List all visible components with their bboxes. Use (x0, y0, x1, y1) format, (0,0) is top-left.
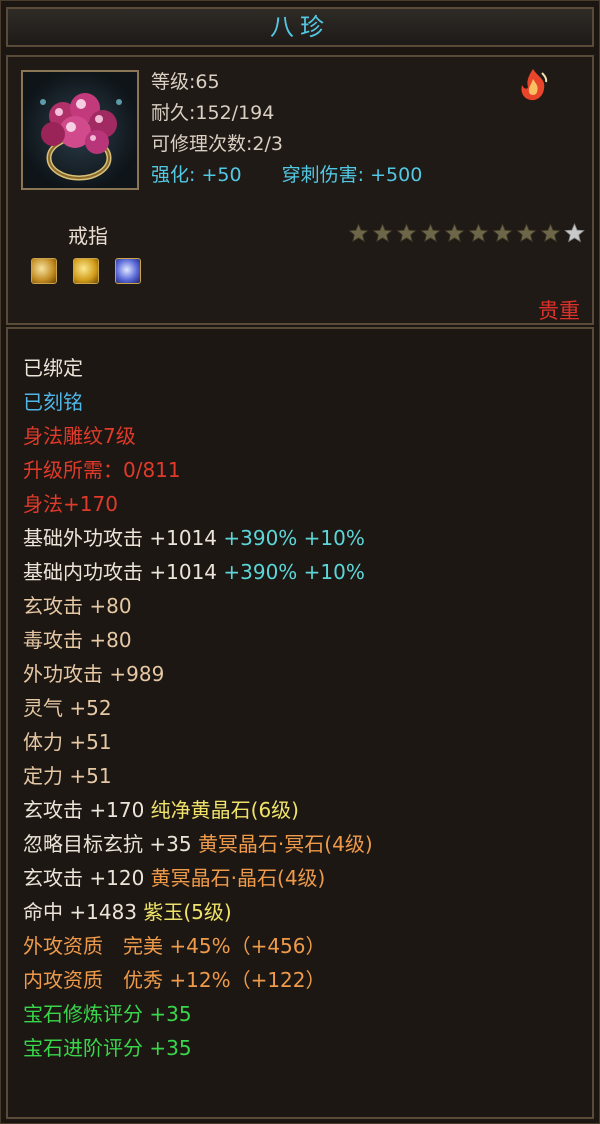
basic-stats: 等级:65 耐久:152/194 可修理次数:2/3 强化: +50 穿刺伤害:… (151, 67, 422, 191)
stat-percent: +390% +10% (223, 560, 365, 584)
stat-label: 基础内功攻击 (23, 560, 143, 584)
xuan-attack-stat: 玄攻击 +80 (23, 594, 132, 618)
external-attack-quality: 外攻资质 完美 +45%（+456） (23, 934, 326, 958)
gem-stat: 命中 +1483 (23, 900, 138, 924)
external-attack-stat: 外功攻击 +989 (23, 662, 165, 686)
star-filled-icon (540, 223, 561, 243)
star-filled-icon (420, 223, 441, 243)
star-filled-icon (492, 223, 513, 243)
star-filled-icon (516, 223, 537, 243)
attributes-panel: 已绑定 已刻铭 身法雕纹7级 升级所需：0/811 身法+170 基础外功攻击 … (6, 327, 594, 1119)
carving-text: 身法雕纹7级 (23, 424, 136, 448)
gem-name: 黄冥晶石·冥石(4级) (197, 832, 373, 856)
enhance-label: 强化: (151, 164, 196, 186)
repair-count-text: 可修理次数:2/3 (151, 133, 283, 155)
item-name-header: 八珍 (6, 7, 594, 47)
spirit-stat: 灵气 +52 (23, 696, 112, 720)
agility-stat: 身法+170 (23, 492, 118, 516)
internal-attack-quality: 内攻资质 优秀 +12%（+122） (23, 968, 326, 992)
bound-status: 已绑定 (23, 356, 83, 380)
stat-value: +1014 (149, 526, 218, 550)
gold-gem-icon[interactable] (31, 258, 57, 284)
blue-gem-icon[interactable] (115, 258, 142, 284)
gem-advance-score: 宝石进阶评分 +35 (23, 1036, 192, 1060)
star-filled-icon (348, 223, 369, 243)
enhance-value: +50 (201, 164, 242, 186)
star-filled-icon (372, 223, 393, 243)
gem-bonus-row: 玄攻击 +120 黄冥晶石·晶石(4级) (23, 861, 373, 895)
star-rating (348, 223, 588, 247)
stat-label: 基础外功攻击 (23, 526, 143, 550)
enhance-row: 强化: +50 穿刺伤害: +500 (151, 160, 422, 191)
rarity-label: 贵重 (538, 299, 580, 323)
gem-name: 纯净黄晶石(6级) (150, 798, 299, 822)
gem-stat: 忽略目标玄抗 +35 (23, 832, 192, 856)
gem-refine-score: 宝石修炼评分 +35 (23, 1002, 192, 1026)
star-filled-icon (396, 223, 417, 243)
gem-slots (31, 258, 152, 284)
gem-bonus-row: 玄攻击 +170 纯净黄晶石(6级) (23, 793, 373, 827)
poison-attack-stat: 毒攻击 +80 (23, 628, 132, 652)
stat-value: +1014 (149, 560, 218, 584)
stat-percent: +390% +10% (223, 526, 365, 550)
engraved-status: 已刻铭 (23, 390, 83, 414)
pierce-label: 穿刺伤害: (281, 164, 365, 186)
gem-bonus-row: 忽略目标玄抗 +35 黄冥晶石·冥石(4级) (23, 827, 373, 861)
gem-stat: 玄攻击 +120 (23, 866, 145, 890)
gold-gem-icon[interactable] (73, 258, 100, 284)
upgrade-requirement: 升级所需：0/811 (23, 458, 181, 482)
star-filled-icon (468, 223, 489, 243)
ring-item-icon[interactable] (21, 70, 139, 190)
gem-stat: 玄攻击 +170 (23, 798, 145, 822)
item-name: 八珍 (270, 13, 330, 41)
item-tooltip: 八珍 等级:65 耐久:152/194 可修理次数:2/3 强化: +50 穿刺… (0, 0, 600, 1124)
base-external-attack: 基础外功攻击 +1014 +390% +10% (23, 521, 373, 555)
flame-emblem-icon (516, 67, 550, 103)
base-internal-attack: 基础内功攻击 +1014 +390% +10% (23, 555, 373, 589)
star-filled-icon (444, 223, 465, 243)
gem-name: 紫玉(5级) (143, 900, 232, 924)
gem-bonus-row: 命中 +1483 紫玉(5级) (23, 895, 373, 929)
durability-text: 耐久:152/194 (151, 102, 275, 124)
item-summary-panel: 等级:65 耐久:152/194 可修理次数:2/3 强化: +50 穿刺伤害:… (6, 55, 594, 325)
level-text: 等级:65 (151, 71, 220, 93)
attribute-list: 已绑定 已刻铭 身法雕纹7级 升级所需：0/811 身法+170 基础外功攻击 … (23, 351, 373, 1065)
pierce-value: +500 (370, 164, 423, 186)
stamina-stat: 体力 +51 (23, 730, 112, 754)
item-type-label: 戒指 (68, 224, 108, 248)
focus-stat: 定力 +51 (23, 764, 112, 788)
gem-name: 黄冥晶石·晶石(4级) (150, 866, 326, 890)
star-empty-icon (564, 223, 585, 243)
